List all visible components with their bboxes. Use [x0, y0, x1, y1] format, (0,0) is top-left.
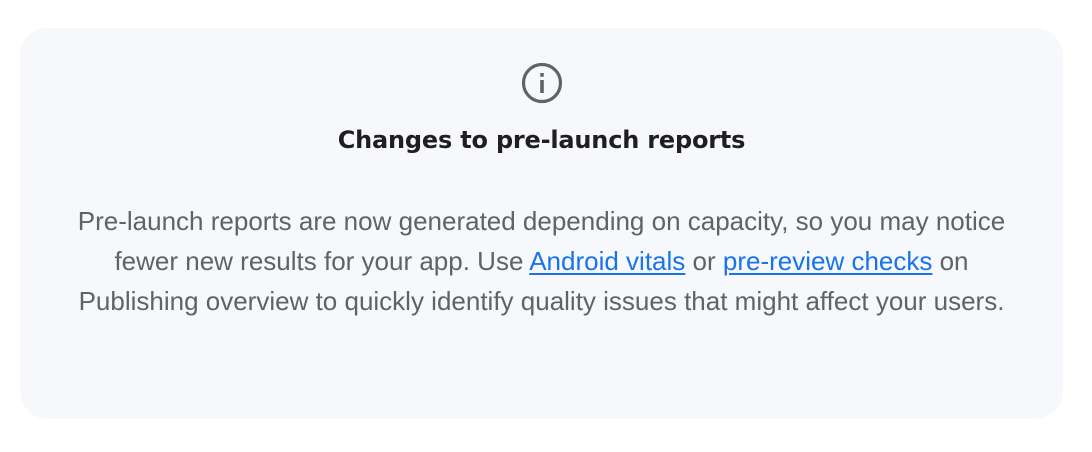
- notice-card: Changes to pre-launch reports Pre-launch…: [20, 28, 1063, 419]
- notice-body: Pre-launch reports are now generated dep…: [64, 201, 1019, 321]
- android-vitals-link[interactable]: Android vitals: [529, 246, 685, 276]
- info-icon: [521, 62, 563, 104]
- notice-title: Changes to pre-launch reports: [337, 126, 746, 154]
- notice-text-part2: or: [685, 246, 723, 276]
- pre-review-checks-link[interactable]: pre-review checks: [723, 246, 933, 276]
